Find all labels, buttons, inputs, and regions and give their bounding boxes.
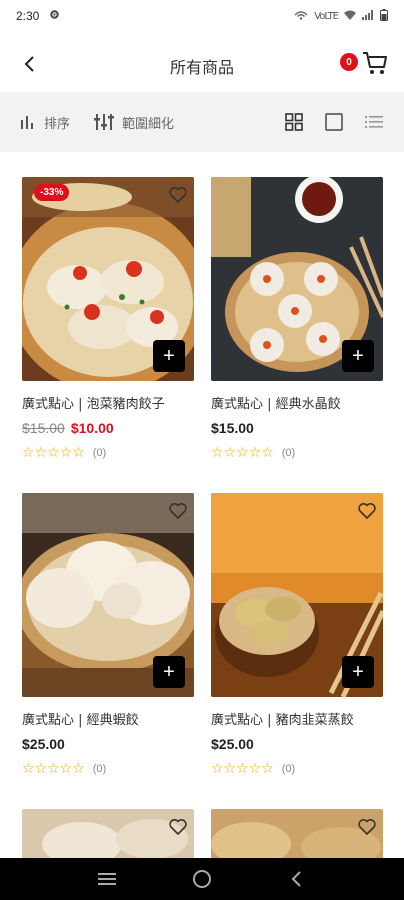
star-rating-icons: ☆☆☆☆☆ bbox=[22, 445, 85, 461]
sort-button[interactable]: 排序 bbox=[20, 113, 70, 132]
filter-label: 範圍細化 bbox=[122, 116, 175, 132]
filter-toolbar: 排序 範圍細化 bbox=[0, 92, 404, 152]
price-row: $25.00 bbox=[22, 736, 194, 752]
recents-button[interactable] bbox=[95, 867, 119, 891]
add-to-cart-button[interactable]: + bbox=[342, 340, 374, 372]
chevron-left-icon bbox=[291, 871, 301, 887]
status-bar: 2:30 VoLTE bbox=[0, 0, 404, 32]
product-image[interactable] bbox=[22, 809, 194, 859]
system-nav-bar bbox=[0, 858, 404, 900]
wishlist-button[interactable] bbox=[168, 501, 188, 521]
grid-icon bbox=[285, 113, 303, 131]
product-card[interactable]: + 廣式點心 | 經典蝦餃 $25.00 ☆☆☆☆☆ (0) bbox=[22, 493, 194, 776]
heart-icon bbox=[169, 187, 187, 203]
settings-icon bbox=[49, 9, 60, 23]
star-rating-icons: ☆☆☆☆☆ bbox=[211, 445, 274, 461]
filter-button[interactable]: 範圍細化 bbox=[94, 113, 174, 132]
heart-icon bbox=[169, 503, 187, 519]
product-name[interactable]: 廣式點心 | 經典水晶餃 bbox=[211, 393, 383, 412]
star-rating-icons: ☆☆☆☆☆ bbox=[22, 761, 85, 777]
product-name[interactable]: 廣式點心 | 泡菜豬肉餃子 bbox=[22, 393, 194, 412]
cart-icon bbox=[363, 52, 387, 74]
add-to-cart-button[interactable]: + bbox=[342, 656, 374, 688]
rating-count: (0) bbox=[92, 447, 107, 459]
product-name[interactable]: 廣式點心 | 豬肉韭菜蒸餃 bbox=[211, 709, 383, 728]
bar-chart-icon bbox=[21, 116, 33, 129]
cart-button[interactable]: 0 bbox=[340, 48, 388, 82]
heart-icon bbox=[358, 819, 376, 835]
star-rating-icons: ☆☆☆☆☆ bbox=[211, 761, 274, 777]
price-row: $15.00 $10.00 bbox=[22, 420, 194, 436]
battery-icon bbox=[380, 8, 388, 24]
sale-price: $10.00 bbox=[70, 420, 114, 436]
product-image[interactable]: + bbox=[211, 177, 383, 381]
price: $25.00 bbox=[22, 736, 65, 752]
single-view-button[interactable] bbox=[324, 112, 344, 132]
product-image[interactable]: + bbox=[211, 493, 383, 697]
price: $15.00 bbox=[211, 420, 254, 436]
product-card[interactable]: + 廣式點心 | 豬肉韭菜蒸餃 $25.00 ☆☆☆☆☆ (0) bbox=[211, 493, 383, 776]
product-card[interactable]: + 廣式點心 | 經典水晶餃 $15.00 ☆☆☆☆☆ (0) bbox=[211, 177, 383, 460]
rating: ☆☆☆☆☆ (0) bbox=[22, 762, 194, 776]
original-price: $15.00 bbox=[22, 420, 65, 436]
product-name[interactable]: 廣式點心 | 經典蝦餃 bbox=[22, 709, 194, 728]
heart-icon bbox=[358, 503, 376, 519]
product-image[interactable] bbox=[211, 809, 383, 859]
sliders-icon bbox=[94, 114, 115, 130]
add-to-cart-button[interactable]: + bbox=[153, 340, 185, 372]
grid-view-button[interactable] bbox=[284, 112, 304, 132]
discount-badge: -33% bbox=[34, 184, 70, 201]
product-card[interactable]: -33% + 廣式點心 | 泡菜豬肉餃子 $15.00 $10.00 ☆☆☆☆☆… bbox=[22, 177, 194, 460]
rating-count: (0) bbox=[281, 763, 296, 775]
wishlist-button[interactable] bbox=[357, 501, 377, 521]
product-image[interactable]: -33% + bbox=[22, 177, 194, 381]
wishlist-button[interactable] bbox=[357, 817, 377, 837]
signal-icon bbox=[362, 9, 374, 23]
heart-icon bbox=[169, 819, 187, 835]
wifi-icon bbox=[344, 9, 356, 23]
list-icon bbox=[365, 116, 383, 128]
app-header: 所有商品 0 bbox=[0, 36, 404, 92]
rating: ☆☆☆☆☆ (0) bbox=[211, 762, 383, 776]
sort-label: 排序 bbox=[44, 116, 71, 132]
wishlist-button[interactable] bbox=[168, 185, 188, 205]
view-toggle-group bbox=[284, 112, 384, 132]
add-to-cart-button[interactable]: + bbox=[153, 656, 185, 688]
rating: ☆☆☆☆☆ (0) bbox=[22, 446, 194, 460]
status-time: 2:30 bbox=[16, 9, 40, 23]
rating: ☆☆☆☆☆ (0) bbox=[211, 446, 383, 460]
list-view-button[interactable] bbox=[364, 112, 384, 132]
price: $25.00 bbox=[211, 736, 254, 752]
system-back-button[interactable] bbox=[285, 867, 309, 891]
product-card[interactable] bbox=[22, 809, 194, 859]
rating-count: (0) bbox=[281, 447, 296, 459]
cart-count-badge: 0 bbox=[340, 53, 358, 71]
home-button[interactable] bbox=[190, 867, 214, 891]
rating-count: (0) bbox=[92, 763, 107, 775]
product-image[interactable]: + bbox=[22, 493, 194, 697]
network-label: VoLTE bbox=[314, 10, 339, 22]
square-icon bbox=[325, 113, 343, 131]
hotspot-icon bbox=[294, 9, 308, 23]
product-card[interactable] bbox=[211, 809, 383, 859]
home-circle-icon bbox=[192, 870, 211, 888]
price-row: $15.00 bbox=[211, 420, 383, 436]
menu-icon bbox=[98, 873, 117, 885]
price-row: $25.00 bbox=[211, 736, 383, 752]
wishlist-button[interactable] bbox=[168, 817, 188, 837]
